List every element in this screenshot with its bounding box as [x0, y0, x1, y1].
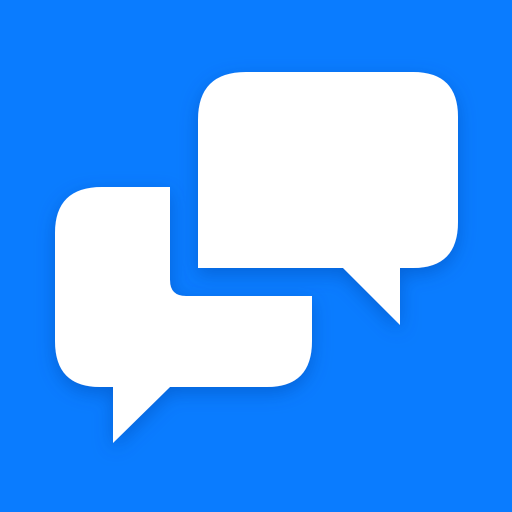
- back-speech-bubble-icon: [198, 72, 458, 325]
- app-icon[interactable]: [0, 0, 512, 512]
- chat-bubbles-icon: [55, 72, 458, 443]
